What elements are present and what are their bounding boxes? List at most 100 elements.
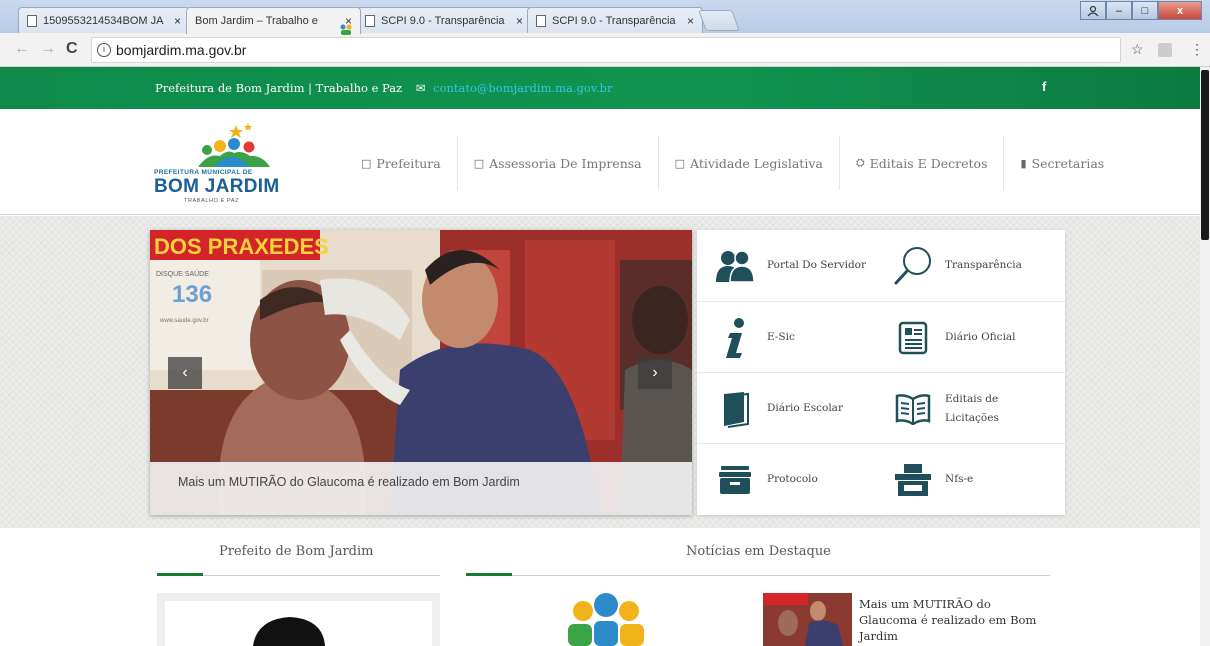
close-window-button[interactable]: x <box>1158 1 1202 20</box>
bookmark-star-icon[interactable]: ☆ <box>1131 41 1144 58</box>
quick-link-label: Portal Do Servidor <box>767 259 867 271</box>
tab-title: 1509553214534BOM JA <box>43 14 164 27</box>
building-icon: ▮ <box>1020 156 1027 170</box>
extension-icon[interactable] <box>1158 43 1172 57</box>
back-button[interactable]: ← <box>14 40 30 58</box>
quick-links-row: Portal Do Servidor Transparência <box>697 230 1065 301</box>
tab-close-icon[interactable]: × <box>174 14 181 28</box>
page-icon <box>365 14 375 27</box>
quick-link-protocolo[interactable]: Protocolo <box>711 444 818 515</box>
info-icon <box>711 317 759 358</box>
site-logo[interactable]: PREFEITURA MUNICIPAL DE BOM JARDIM TRABA… <box>152 123 282 205</box>
quick-link-label: Editais de Licitações <box>945 392 999 424</box>
nav-label: Assessoria De Imprensa <box>489 155 642 171</box>
news-logo-icon[interactable] <box>566 593 646 646</box>
quick-link-nfse[interactable]: Nfs-e <box>889 444 973 515</box>
quick-link-label: Transparência <box>945 259 1022 271</box>
section-accent <box>157 573 203 576</box>
logo-title: BOM JARDIM <box>154 176 280 197</box>
quick-links-row: E-Sic Diário Oficial <box>697 301 1065 372</box>
site-logo-icon <box>339 22 353 36</box>
info-icon[interactable]: i <box>97 43 111 57</box>
quick-links-row: Protocolo Nfs-e <box>697 443 1065 514</box>
tab-title: SCPI 9.0 - Transparência <box>381 14 505 27</box>
quick-link-transparencia[interactable]: Transparência <box>889 230 1022 301</box>
new-tab-button[interactable] <box>698 10 740 31</box>
window-controls: – □ x <box>1080 1 1202 20</box>
browser-menu-icon[interactable]: ⋮ <box>1190 41 1204 58</box>
user-icon[interactable] <box>1080 1 1106 20</box>
news-section-title: Notícias em Destaque <box>686 544 831 559</box>
quick-link-diario-escolar[interactable]: Diário Escolar <box>711 373 843 444</box>
scrollbar-thumb[interactable] <box>1201 70 1209 240</box>
topbar-site-name: Prefeitura de Bom Jardim | Trabalho e Pa… <box>155 81 403 95</box>
tab-close-icon[interactable]: × <box>516 14 523 28</box>
svg-text:DISQUE SAÚDE: DISQUE SAÚDE <box>156 269 209 278</box>
slide-caption-text: Mais um MUTIRÃO do Glaucoma é realizado … <box>178 475 520 489</box>
mail-icon: ✉ <box>415 81 426 95</box>
svg-text:www.saude.gov.br: www.saude.gov.br <box>159 318 209 324</box>
quick-link-editais-licitacoes[interactable]: Editais de Licitações <box>889 373 1025 444</box>
reload-button[interactable]: C <box>66 40 78 58</box>
site-topbar: Prefeitura de Bom Jardim | Trabalho e Pa… <box>0 67 1200 109</box>
page-icon <box>27 14 37 27</box>
nav-item-atividade-legislativa[interactable]: □ Atividade Legislativa <box>657 136 839 190</box>
slider-prev-button[interactable]: ‹ <box>168 357 202 389</box>
quick-link-label: Diário Oficial <box>945 331 1016 343</box>
news-thumbnail[interactable] <box>763 593 852 646</box>
nav-label: Editais E Decretos <box>869 155 988 171</box>
minimize-button[interactable]: – <box>1106 1 1132 20</box>
logo-line1: PREFEITURA MUNICIPAL DE <box>154 169 253 176</box>
printer-icon <box>889 460 937 500</box>
page-icon <box>536 14 546 27</box>
quick-link-esic[interactable]: E-Sic <box>711 302 795 373</box>
book-icon <box>711 389 759 429</box>
nav-item-assessoria[interactable]: □ Assessoria De Imprensa <box>456 136 658 190</box>
nav-item-prefeitura[interactable]: □ Prefeitura <box>345 136 457 190</box>
browser-tab[interactable]: SCPI 9.0 - Transparência × <box>527 7 703 33</box>
quick-links-row: Diário Escolar Editais de Licitações <box>697 372 1065 443</box>
magnifier-icon <box>889 246 937 286</box>
nav-item-editais[interactable]: ⛭ Editais E Decretos <box>838 136 1004 190</box>
section-accent <box>466 573 512 576</box>
quick-link-label: Diário Escolar <box>767 402 843 414</box>
tab-close-icon[interactable]: × <box>687 14 694 28</box>
square-icon: □ <box>473 156 485 170</box>
mayor-photo-frame <box>157 593 440 646</box>
nav-item-secretarias[interactable]: ▮ Secretarias <box>1003 136 1120 190</box>
url-text: bomjardim.ma.gov.br <box>116 42 247 58</box>
forward-button[interactable]: → <box>40 40 56 58</box>
square-icon: □ <box>674 156 686 170</box>
main-nav: □ Prefeitura □ Assessoria De Imprensa □ … <box>345 136 1120 190</box>
square-icon: □ <box>361 156 372 170</box>
mayor-section-title: Prefeito de Bom Jardim <box>219 544 374 559</box>
slide-caption[interactable]: Mais um MUTIRÃO do Glaucoma é realizado … <box>150 462 692 515</box>
news-item-title[interactable]: Mais um MUTIRÃO do Glaucoma é realizado … <box>859 596 1049 644</box>
browser-tabstrip: 1509553214534BOM JA × Bom Jardim – Traba… <box>0 0 1210 36</box>
nav-label: Atividade Legislativa <box>690 155 823 171</box>
newspaper-icon <box>889 318 937 358</box>
quick-link-diario-oficial[interactable]: Diário Oficial <box>889 302 1016 373</box>
svg-text:DOS PRAXEDES: DOS PRAXEDES <box>154 234 329 259</box>
browser-tab[interactable]: 1509553214534BOM JA × <box>18 7 190 33</box>
quick-link-label: Protocolo <box>767 473 818 485</box>
tab-title: Bom Jardim – Trabalho e <box>195 15 318 27</box>
hero-section: DOS PRAXEDES DISQUE SAÚDE 136 www.saude.… <box>0 216 1200 528</box>
nav-label: Prefeitura <box>376 155 441 171</box>
browser-tab[interactable]: SCPI 9.0 - Transparência × <box>356 7 532 33</box>
mayor-photo[interactable] <box>165 601 432 646</box>
logo-figures <box>198 123 270 167</box>
quick-link-portal-servidor[interactable]: Portal Do Servidor <box>711 230 866 301</box>
browser-tab-active[interactable]: Bom Jardim – Trabalho e × <box>186 7 361 36</box>
quick-link-label: E-Sic <box>767 331 795 343</box>
facebook-icon[interactable]: f <box>1042 79 1046 94</box>
logo-tagline: TRABALHO E PAZ <box>184 198 240 204</box>
topbar-info: Prefeitura de Bom Jardim | Trabalho e Pa… <box>155 81 612 95</box>
maximize-button[interactable]: □ <box>1132 1 1158 20</box>
news-slider[interactable]: DOS PRAXEDES DISQUE SAÚDE 136 www.saude.… <box>150 230 692 515</box>
open-book-icon <box>889 389 937 429</box>
slider-next-button[interactable]: › <box>638 357 672 389</box>
url-input[interactable]: i bomjardim.ma.gov.br <box>91 37 1121 63</box>
topbar-email-link[interactable]: contato@bomjardim.ma.gov.br <box>433 81 612 95</box>
nav-label: Secretarias <box>1031 155 1105 171</box>
